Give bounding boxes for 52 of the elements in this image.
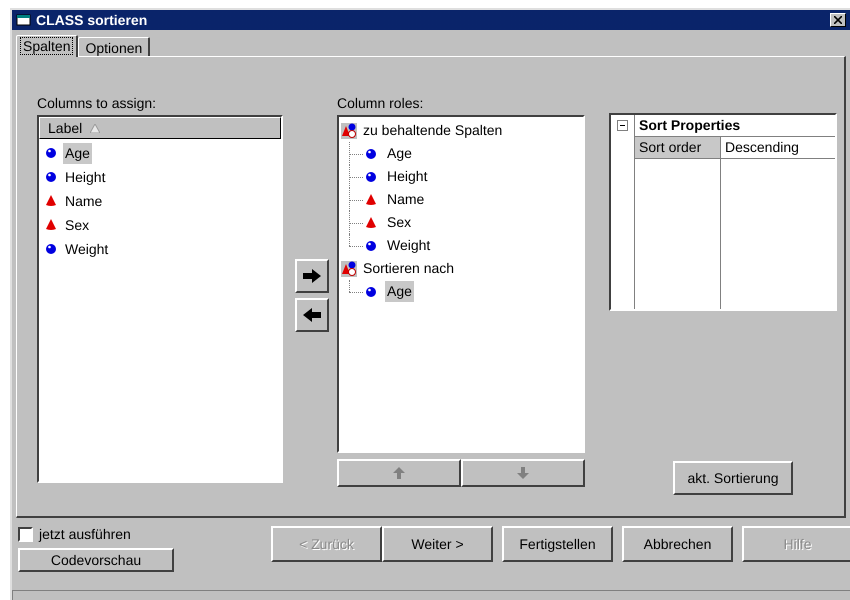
ball-icon	[365, 240, 377, 252]
list-item[interactable]: Weight	[63, 238, 110, 260]
arrow-down-icon	[517, 467, 529, 479]
close-icon	[834, 16, 842, 24]
list-item[interactable]: Age	[63, 142, 92, 164]
list-item[interactable]: Name	[63, 190, 104, 212]
tab[interactable]: Optionen	[78, 37, 150, 56]
tab[interactable]: Spalten	[16, 35, 78, 57]
cone-icon	[45, 219, 57, 231]
sort-ascending-icon	[90, 124, 100, 132]
arrow-up-icon	[393, 467, 405, 479]
tree-item[interactable]: Weight	[385, 235, 432, 256]
tree-item[interactable]: Name	[385, 189, 426, 210]
ball-icon	[45, 147, 57, 159]
window-icon	[16, 13, 32, 27]
wizard-button[interactable]: Weiter >	[382, 526, 493, 562]
run-now-label: jetzt ausführen	[39, 524, 131, 544]
arrow-right-icon	[303, 269, 321, 283]
property-name: Sort order	[635, 137, 721, 158]
tree-group[interactable]: Sortieren nach	[341, 257, 583, 280]
list-label: Column roles:	[337, 94, 424, 113]
column-group-icon	[341, 122, 357, 138]
wizard-button[interactable]: Abbrechen	[622, 526, 733, 562]
code-preview-button[interactable]: Codevorschau	[18, 548, 174, 572]
ball-icon	[365, 286, 377, 298]
run-now-checkbox[interactable]	[18, 526, 33, 542]
tree-item[interactable]: Age	[385, 281, 414, 302]
tree-item[interactable]: Height	[385, 166, 430, 187]
close-button[interactable]	[830, 13, 846, 27]
ball-icon	[45, 171, 57, 183]
collapse-icon[interactable]	[617, 120, 628, 131]
tree-item[interactable]: Age	[385, 143, 414, 164]
cone-icon	[365, 216, 377, 228]
cone-icon	[45, 195, 57, 207]
cone-icon	[365, 194, 377, 206]
column-header[interactable]: Label	[39, 117, 281, 139]
column-group-icon	[341, 260, 357, 276]
current-sort-button[interactable]: akt. Sortierung	[673, 461, 793, 495]
list-item[interactable]: Height	[63, 166, 108, 188]
ball-icon	[365, 148, 377, 160]
ball-icon	[365, 170, 377, 182]
arrow-left-icon	[303, 308, 321, 322]
move-right-button[interactable]	[295, 259, 329, 293]
tree-group[interactable]: zu behaltende Spalten	[341, 119, 583, 142]
list-label: Columns to assign:	[37, 94, 158, 113]
ball-icon	[45, 243, 57, 255]
window-title: CLASS sortieren	[36, 10, 148, 30]
property-value[interactable]: Descending	[721, 137, 835, 158]
move-left-button[interactable]	[295, 298, 329, 332]
wizard-button[interactable]: Fertigstellen	[502, 526, 613, 562]
list-item[interactable]: Sex	[63, 214, 92, 236]
tree-item[interactable]: Sex	[385, 212, 414, 233]
